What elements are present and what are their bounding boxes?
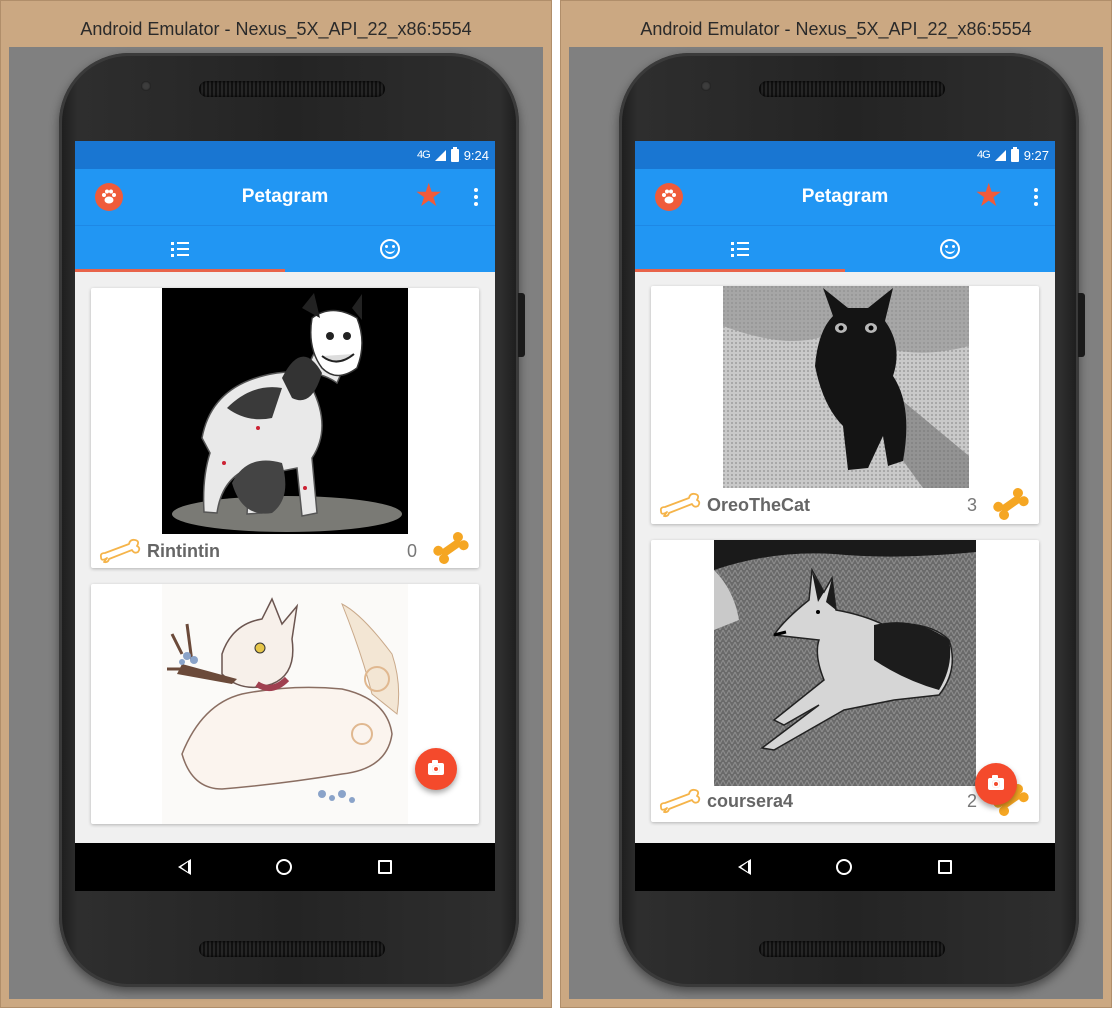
pet-feed[interactable]: Rintintin 0	[75, 272, 495, 843]
phone-screen: 4G 9:27 Petagram ★ OreoTheCat 3 coursera…	[635, 141, 1055, 891]
battery-icon	[450, 146, 459, 162]
status-bar: 4G 9:27	[635, 141, 1055, 169]
tab-bar	[75, 225, 495, 272]
smiley-icon	[380, 239, 400, 259]
camera-fab[interactable]	[415, 748, 457, 790]
back-icon[interactable]	[177, 859, 191, 875]
card-footer: Rintintin 0	[91, 532, 479, 568]
app-bar: Petagram ★	[75, 169, 495, 225]
camera-icon	[428, 760, 444, 775]
signal-strength-icon	[434, 149, 446, 161]
status-time: 9:27	[1023, 147, 1049, 163]
emulator-body: 4G 9:24 Petagram ★ Rintintin 0	[9, 47, 543, 999]
list-icon	[171, 241, 189, 257]
signal-icon: 4G	[977, 149, 991, 161]
pet-name: coursera4	[707, 791, 794, 811]
bone-filled-icon[interactable]	[431, 530, 471, 566]
more-vert-icon[interactable]	[471, 184, 481, 210]
bone-filled-icon[interactable]	[991, 486, 1031, 522]
pet-photo[interactable]	[162, 584, 408, 824]
pet-feed[interactable]: OreoTheCat 3 coursera4 2	[635, 272, 1055, 843]
pet-card: Rintintin 0	[91, 288, 479, 568]
camera-icon	[988, 775, 1004, 790]
recents-icon[interactable]	[378, 860, 393, 874]
pet-card: OreoTheCat 3	[651, 286, 1039, 524]
smiley-icon	[940, 239, 960, 259]
front-camera	[141, 81, 151, 91]
nav-bar	[635, 843, 1055, 891]
desktop: Android Emulator - Nexus_5X_API_22_x86:5…	[0, 0, 1112, 1010]
pet-name: Rintintin	[147, 541, 220, 561]
home-icon[interactable]	[276, 859, 293, 875]
power-button[interactable]	[518, 293, 525, 357]
list-icon	[731, 241, 749, 257]
like-count: 3	[966, 495, 977, 515]
signal-icon: 4G	[417, 149, 431, 161]
signal-strength-icon	[994, 149, 1006, 161]
status-time: 9:24	[463, 147, 489, 163]
tab-profile[interactable]	[845, 226, 1055, 272]
like-count: 2	[966, 791, 977, 811]
tab-list[interactable]	[75, 226, 285, 272]
pet-name: OreoTheCat	[707, 495, 811, 515]
star-icon[interactable]: ★	[974, 179, 1003, 211]
home-icon[interactable]	[836, 859, 853, 875]
pet-photo[interactable]	[723, 286, 969, 488]
emulator-window-left: Android Emulator - Nexus_5X_API_22_x86:5…	[0, 0, 552, 1008]
earpiece-speaker	[199, 81, 385, 97]
status-bar: 4G 9:24	[75, 141, 495, 169]
card-footer: OreoTheCat 3	[651, 488, 1039, 524]
pet-card	[91, 584, 479, 824]
phone-frame: 4G 9:24 Petagram ★ Rintintin 0	[59, 53, 525, 987]
power-button[interactable]	[1078, 293, 1085, 357]
pet-photo[interactable]	[162, 288, 408, 534]
front-camera	[701, 81, 711, 91]
tab-profile[interactable]	[285, 226, 495, 272]
recents-icon[interactable]	[938, 860, 953, 874]
phone-frame: 4G 9:27 Petagram ★ OreoTheCat 3 coursera…	[619, 53, 1085, 987]
tab-list[interactable]	[635, 226, 845, 272]
app-bar: Petagram ★	[635, 169, 1055, 225]
more-vert-icon[interactable]	[1031, 184, 1041, 210]
star-icon[interactable]: ★	[414, 179, 443, 211]
battery-icon	[1010, 146, 1019, 162]
earpiece-speaker	[759, 81, 945, 97]
emulator-window-right: Android Emulator - Nexus_5X_API_22_x86:5…	[560, 0, 1112, 1008]
emulator-body: 4G 9:27 Petagram ★ OreoTheCat 3 coursera…	[569, 47, 1103, 999]
bottom-speaker	[759, 941, 945, 957]
like-count: 0	[406, 541, 417, 561]
bottom-speaker	[199, 941, 385, 957]
pet-photo[interactable]	[714, 540, 976, 786]
tab-bar	[635, 225, 1055, 272]
bone-outline-icon[interactable]	[659, 788, 701, 814]
bone-outline-icon[interactable]	[659, 492, 701, 518]
bone-outline-icon[interactable]	[99, 538, 141, 564]
camera-fab[interactable]	[975, 763, 1017, 805]
nav-bar	[75, 843, 495, 891]
phone-screen: 4G 9:24 Petagram ★ Rintintin 0	[75, 141, 495, 891]
back-icon[interactable]	[737, 859, 751, 875]
